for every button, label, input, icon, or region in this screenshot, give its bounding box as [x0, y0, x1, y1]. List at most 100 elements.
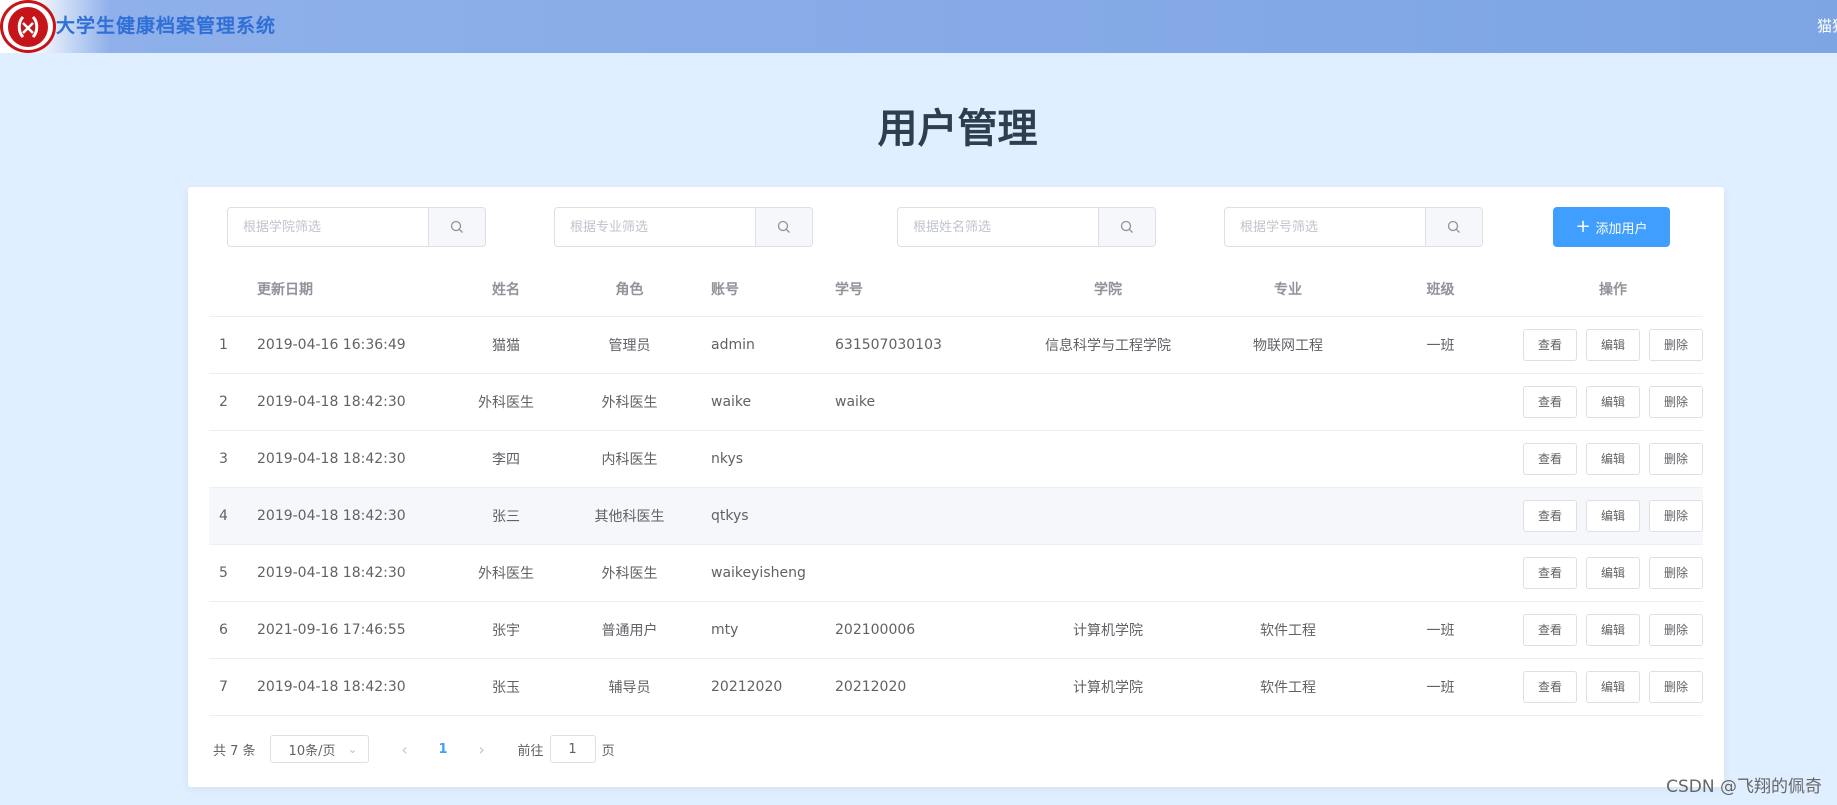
cell-name: 李四	[464, 430, 548, 488]
table-row: 2 2019-04-18 18:42:30 外科医生 外科医生 waike waike 查看…	[209, 373, 1703, 431]
edit-button[interactable]: 编辑	[1586, 556, 1640, 589]
goto-prefix: 前往	[517, 743, 544, 759]
major-filter	[554, 207, 813, 247]
current-user-name[interactable]: 猫猫	[1817, 15, 1837, 36]
cell-role: 普通用户	[548, 601, 711, 659]
chevron-down-icon: ⌄	[347, 742, 358, 756]
next-page-button[interactable]: ›	[464, 740, 500, 759]
name-filter-input[interactable]	[898, 208, 1098, 246]
cell-account: 20212020	[711, 658, 835, 716]
add-user-button[interactable]: + 添加用户	[1553, 207, 1670, 247]
table-row: 5 2019-04-18 18:42:30 外科医生 外科医生 waikeyisheng…	[209, 544, 1703, 602]
prev-page-button[interactable]: ‹	[387, 740, 423, 759]
edit-button[interactable]: 编辑	[1586, 328, 1640, 361]
cell-update-date: 2019-04-18 18:42:30	[257, 373, 464, 431]
cell-class	[1358, 373, 1523, 431]
view-button[interactable]: 查看	[1523, 442, 1577, 475]
name-filter	[897, 207, 1156, 247]
column-header-index	[209, 263, 257, 317]
edit-button[interactable]: 编辑	[1586, 442, 1640, 475]
delete-button[interactable]: 删除	[1649, 670, 1703, 703]
cell-role: 内科医生	[548, 430, 711, 488]
cell-college	[998, 487, 1218, 545]
cell-actions: 查看 编辑 删除	[1523, 601, 1703, 659]
cell-update-date: 2019-04-16 16:36:49	[257, 316, 464, 374]
name-filter-search-button[interactable]	[1098, 208, 1155, 246]
cell-class: 一班	[1358, 658, 1523, 716]
cell-update-date: 2019-04-18 18:42:30	[257, 487, 464, 545]
cell-index: 7	[209, 658, 257, 716]
cell-actions: 查看 编辑 删除	[1523, 430, 1703, 488]
cell-class: 一班	[1358, 601, 1523, 659]
cell-major: 软件工程	[1218, 601, 1358, 659]
table-header-row: 更新日期 姓名 角色 账号 学号 学院 专业 班级 操作	[209, 263, 1703, 317]
student-id-filter-search-button[interactable]	[1425, 208, 1482, 246]
view-button[interactable]: 查看	[1523, 613, 1577, 646]
student-id-filter-input[interactable]	[1225, 208, 1425, 246]
cell-account: waikeyisheng	[711, 544, 835, 602]
add-user-label: 添加用户	[1595, 221, 1648, 237]
cell-class	[1358, 430, 1523, 488]
cell-student-id: 20212020	[835, 658, 998, 716]
cell-student-id	[835, 487, 998, 545]
cell-student-id: waike	[835, 373, 998, 431]
edit-button[interactable]: 编辑	[1586, 385, 1640, 418]
goto-page-input[interactable]	[549, 735, 596, 763]
page-number-current[interactable]: 1	[423, 742, 464, 757]
column-header-student-id: 学号	[835, 263, 998, 317]
cell-college: 计算机学院	[998, 601, 1218, 659]
delete-button[interactable]: 删除	[1649, 385, 1703, 418]
view-button[interactable]: 查看	[1523, 328, 1577, 361]
cell-index: 1	[209, 316, 257, 374]
cell-college	[998, 430, 1218, 488]
cell-student-id: 202100006	[835, 601, 998, 659]
cell-actions: 查看 编辑 删除	[1523, 316, 1703, 374]
cell-student-id: 631507030103	[835, 316, 998, 374]
cell-actions: 查看 编辑 删除	[1523, 544, 1703, 602]
delete-button[interactable]: 删除	[1649, 442, 1703, 475]
cell-name: 张玉	[464, 658, 548, 716]
column-header-major: 专业	[1218, 263, 1358, 317]
search-icon	[1120, 220, 1133, 233]
cell-name: 外科医生	[464, 544, 548, 602]
search-icon	[1447, 220, 1460, 233]
cell-account: admin	[711, 316, 835, 374]
delete-button[interactable]: 删除	[1649, 613, 1703, 646]
cell-actions: 查看 编辑 删除	[1523, 487, 1703, 545]
cell-update-date: 2021-09-16 17:46:55	[257, 601, 464, 659]
delete-button[interactable]: 删除	[1649, 499, 1703, 532]
cell-index: 2	[209, 373, 257, 431]
cell-role: 其他科医生	[548, 487, 711, 545]
page-size-select[interactable]: 10条/页 ⌄	[269, 735, 369, 763]
cell-class	[1358, 544, 1523, 602]
cell-major: 物联网工程	[1218, 316, 1358, 374]
cell-name: 张三	[464, 487, 548, 545]
cell-update-date: 2019-04-18 18:42:30	[257, 658, 464, 716]
view-button[interactable]: 查看	[1523, 556, 1577, 589]
cell-role: 外科医生	[548, 373, 711, 431]
view-button[interactable]: 查看	[1523, 385, 1577, 418]
college-filter-input[interactable]	[228, 208, 428, 246]
cell-update-date: 2019-04-18 18:42:30	[257, 544, 464, 602]
column-header-role: 角色	[548, 263, 711, 317]
cell-student-id	[835, 544, 998, 602]
edit-button[interactable]: 编辑	[1586, 613, 1640, 646]
delete-button[interactable]: 删除	[1649, 556, 1703, 589]
table-row: 7 2019-04-18 18:42:30 张玉 辅导员 20212020 2021202…	[209, 658, 1703, 716]
column-header-name: 姓名	[464, 263, 548, 317]
edit-button[interactable]: 编辑	[1586, 670, 1640, 703]
major-filter-search-button[interactable]	[755, 208, 812, 246]
cell-name: 猫猫	[464, 316, 548, 374]
cell-class: 一班	[1358, 316, 1523, 374]
major-filter-input[interactable]	[555, 208, 755, 246]
cell-college: 计算机学院	[998, 658, 1218, 716]
cell-college: 信息科学与工程学院	[998, 316, 1218, 374]
edit-button[interactable]: 编辑	[1586, 499, 1640, 532]
pagination: 共 7 条 10条/页 ⌄ ‹ 1 › 前往 页	[213, 735, 615, 763]
view-button[interactable]: 查看	[1523, 499, 1577, 532]
college-filter-search-button[interactable]	[428, 208, 485, 246]
view-button[interactable]: 查看	[1523, 670, 1577, 703]
pagination-total: 共 7 条	[213, 743, 256, 759]
delete-button[interactable]: 删除	[1649, 328, 1703, 361]
cell-role: 外科医生	[548, 544, 711, 602]
